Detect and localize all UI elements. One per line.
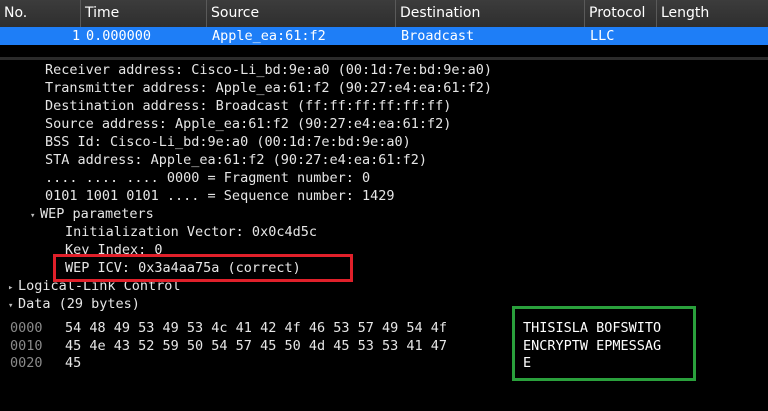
hex-offset: 0020 (10, 355, 43, 371)
hex-offset: 0000 (10, 320, 43, 336)
column-header-source[interactable]: Source (207, 0, 396, 27)
column-header-no[interactable]: No. (0, 0, 81, 27)
column-header-time[interactable]: Time (81, 0, 207, 27)
packet-list-header: No. Time Source Destination Protocol Len… (0, 0, 768, 28)
packet-protocol: LLC (590, 28, 615, 44)
tree-item-data[interactable]: ▾ Data (29 bytes) (8, 295, 140, 313)
hex-bytes[interactable]: 45 (65, 355, 81, 371)
detail-destination-address[interactable]: Destination address: Broadcast (ff:ff:ff… (45, 97, 451, 115)
detail-source-address[interactable]: Source address: Apple_ea:61:f2 (90:27:e4… (45, 115, 451, 133)
tree-item-wep-parameters[interactable]: ▾ WEP parameters (30, 205, 154, 223)
packet-time: 0.000000 (86, 28, 152, 44)
wep-icv-highlight (53, 254, 353, 282)
hex-bytes[interactable]: 45 4e 43 52 59 50 54 57 45 50 4d 45 53 5… (65, 338, 447, 354)
wep-parameters-label: WEP parameters (40, 206, 154, 222)
detail-sta-address[interactable]: STA address: Apple_ea:61:f2 (90:27:e4:ea… (45, 151, 427, 169)
detail-fragment-number[interactable]: .... .... .... 0000 = Fragment number: 0 (45, 169, 370, 187)
detail-receiver-address[interactable]: Receiver address: Cisco-Li_bd:9e:a0 (00:… (45, 61, 492, 79)
expanded-arrow-icon[interactable]: ▾ (8, 297, 18, 315)
detail-transmitter-address[interactable]: Transmitter address: Apple_ea:61:f2 (90:… (45, 79, 492, 97)
packet-no: 1 (72, 28, 81, 44)
packet-source: Apple_ea:61:f2 (212, 28, 326, 44)
detail-sequence-number[interactable]: 0101 1001 0101 .... = Sequence number: 1… (45, 187, 395, 205)
hex-offset: 0010 (10, 338, 43, 354)
column-header-protocol[interactable]: Protocol (585, 0, 657, 27)
detail-bss-id[interactable]: BSS Id: Cisco-Li_bd:9e:a0 (00:1d:7e:bd:9… (45, 133, 411, 151)
data-label: Data (29 bytes) (18, 296, 140, 312)
pane-divider[interactable] (0, 57, 768, 60)
column-header-destination[interactable]: Destination (396, 0, 585, 27)
packet-destination: Broadcast (401, 28, 475, 44)
expanded-arrow-icon[interactable]: ▾ (30, 207, 40, 225)
column-header-length[interactable]: Length (657, 0, 768, 27)
packet-row-selected[interactable]: 1 0.000000 Apple_ea:61:f2 Broadcast LLC (0, 27, 768, 45)
detail-wep-iv[interactable]: Initialization Vector: 0x0c4d5c (65, 223, 317, 241)
hex-bytes[interactable]: 54 48 49 53 49 53 4c 41 42 4f 46 53 57 4… (65, 320, 447, 336)
ascii-plaintext-highlight (512, 306, 696, 381)
